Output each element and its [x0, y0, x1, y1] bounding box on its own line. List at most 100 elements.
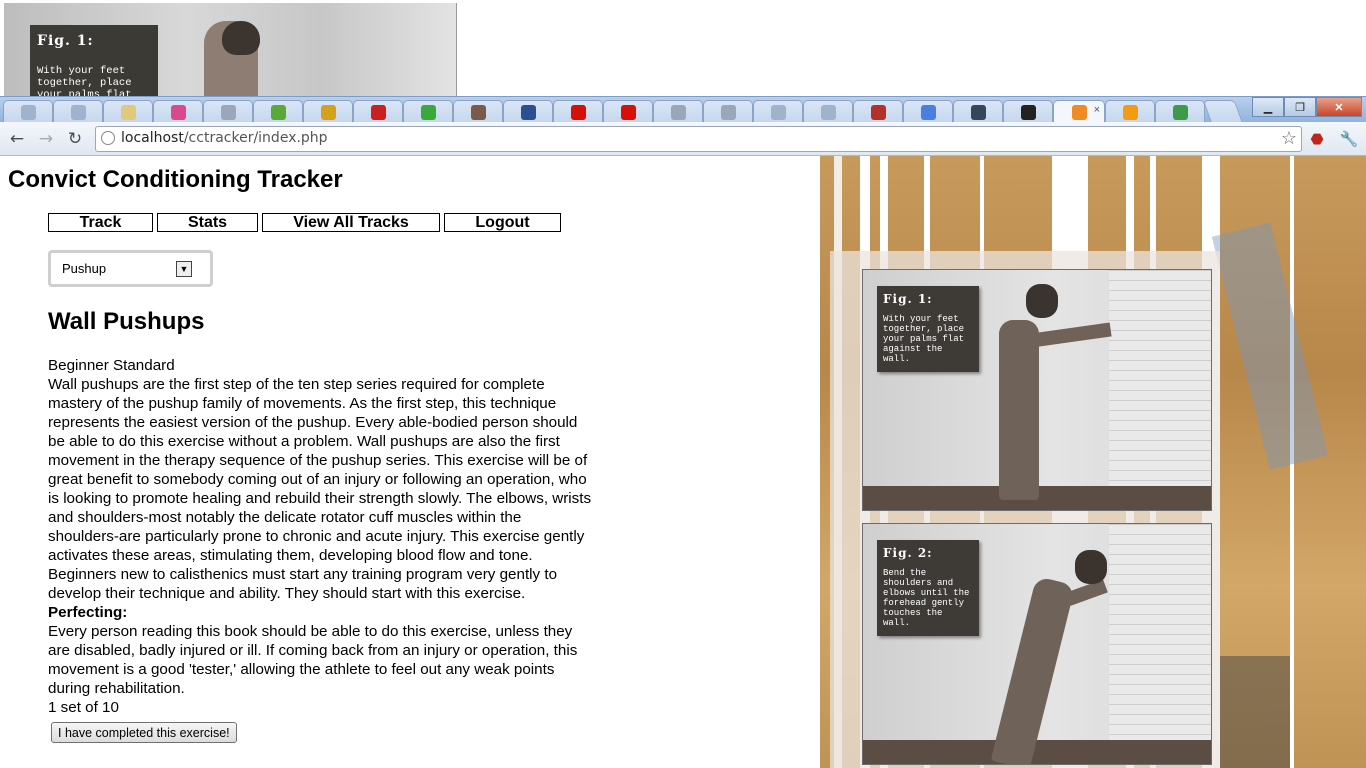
phpmyadmin-icon: [1122, 105, 1138, 120]
new-tab-button[interactable]: [1202, 100, 1244, 124]
address-bar[interactable]: localhost/cctracker/index.php ☆: [95, 126, 1302, 152]
browser-tab[interactable]: [553, 100, 603, 124]
figure-caption-text: With your feet together, place your palm…: [37, 65, 132, 96]
spreadsheet-icon: [1172, 105, 1188, 120]
exercise-illustration: Fig. 1: With your feet together, place y…: [820, 156, 1366, 768]
nav-track-button[interactable]: Track: [48, 213, 153, 232]
tumblr-icon: [970, 105, 986, 120]
browser-tab[interactable]: [903, 100, 953, 124]
graduation-icon: [870, 105, 886, 120]
url-host: localhost: [121, 130, 184, 146]
select-value: Pushup: [62, 261, 107, 276]
page-content: Convict Conditioning Tracker Track Stats…: [0, 156, 1366, 768]
globe-icon: [720, 105, 736, 120]
nav-logout-button[interactable]: Logout: [444, 213, 561, 232]
google-icon: [920, 105, 936, 120]
nav-stats-button[interactable]: Stats: [157, 213, 258, 232]
reddit-icon: [20, 105, 36, 120]
fig2-caption-title: Fig. 2:: [883, 546, 933, 560]
browser-tab[interactable]: [803, 100, 853, 124]
bg-figure-shorts: [1220, 656, 1290, 768]
meetup-icon: [420, 105, 436, 120]
browser-tab[interactable]: [653, 100, 703, 124]
back-arrow-icon[interactable]: ←: [6, 128, 28, 150]
youtube-icon: [370, 105, 386, 120]
exercise-family-select[interactable]: Pushup ▼: [48, 250, 213, 287]
minimize-icon[interactable]: ▁: [1252, 97, 1284, 117]
browser-tab[interactable]: [853, 100, 903, 124]
adblock-icon[interactable]: ⬣: [1308, 130, 1326, 148]
bookmark-star-icon[interactable]: ☆: [1281, 128, 1297, 149]
browser-tab[interactable]: [3, 100, 53, 124]
exercise-description: Wall pushups are the first step of the t…: [48, 376, 592, 602]
github-icon: [1020, 105, 1036, 120]
fig2-photo: Fig. 2: Bend the shoulders and elbows un…: [862, 523, 1212, 765]
browser-tab[interactable]: [203, 100, 253, 124]
browser-tab[interactable]: [153, 100, 203, 124]
illustration-panel: Fig. 1: With your feet together, place y…: [830, 251, 1220, 768]
url-path: /cctracker/index.php: [183, 130, 328, 146]
sprout-icon: [270, 105, 286, 120]
reddit-icon: [820, 105, 836, 120]
avatar-icon: [470, 105, 486, 120]
person-arms: [1030, 322, 1112, 348]
d20-icon: [170, 105, 186, 120]
browser-tab[interactable]: [253, 100, 303, 124]
brick-wall: [1109, 524, 1211, 764]
figure-caption-title: Fig. 1:: [37, 33, 94, 49]
person-head: [1075, 550, 1107, 584]
close-tab-icon[interactable]: ×: [1094, 104, 1100, 116]
forward-arrow-icon[interactable]: →: [35, 128, 57, 150]
address-url: localhost/cctracker/index.php: [121, 130, 328, 146]
browser-tab[interactable]: [753, 100, 803, 124]
heart-icon: [120, 105, 136, 120]
reddit-icon: [770, 105, 786, 120]
fig2-caption: Fig. 2: Bend the shoulders and elbows un…: [877, 540, 979, 636]
browser-tab[interactable]: [503, 100, 553, 124]
browser-tab[interactable]: [603, 100, 653, 124]
fig1-photo: Fig. 1: With your feet together, place y…: [862, 269, 1212, 511]
exercise-description-block: Beginner Standard Wall pushups are the f…: [48, 356, 596, 717]
chevron-down-icon[interactable]: ▼: [176, 261, 192, 277]
xampp-icon: [1071, 105, 1087, 120]
floor: [863, 740, 1211, 764]
exercise-standard: Beginner Standard: [48, 357, 175, 374]
figure-caption: Fig. 1: With your feet together, place y…: [30, 25, 158, 96]
browser-tab[interactable]: [1105, 100, 1155, 124]
complete-exercise-button[interactable]: I have completed this exercise!: [51, 722, 237, 743]
browser-tab[interactable]: [403, 100, 453, 124]
browser-tab[interactable]: [953, 100, 1003, 124]
bg-figure-leg: [1211, 222, 1329, 470]
fish-icon: [320, 105, 336, 120]
lastfm-icon: [620, 105, 636, 120]
exercise-title: Wall Pushups: [48, 308, 205, 335]
floating-figure-image: Fig. 1: With your feet together, place y…: [4, 3, 457, 96]
browser-toolbar: ← → ↻ localhost/cctracker/index.php ☆ ⬣ …: [0, 122, 1366, 156]
browser-tab[interactable]: [1003, 100, 1053, 124]
restore-icon[interactable]: ❐: [1284, 97, 1316, 117]
close-window-icon[interactable]: ✕: [1316, 97, 1362, 117]
globe-icon: [220, 105, 236, 120]
globe-icon: [670, 105, 686, 120]
browser-tab[interactable]: [53, 100, 103, 124]
browser-tab-strip: × ▁ ❐ ✕: [0, 96, 1366, 124]
person-head: [1026, 284, 1058, 318]
lastfm-icon: [570, 105, 586, 120]
reload-icon[interactable]: ↻: [64, 128, 86, 150]
figure-head: [222, 21, 260, 55]
perfecting-heading: Perfecting:: [48, 604, 128, 621]
reddit-icon: [70, 105, 86, 120]
browser-tab[interactable]: ×: [1053, 100, 1105, 124]
browser-tab[interactable]: [453, 100, 503, 124]
browser-tab[interactable]: [1155, 100, 1205, 124]
browser-tab[interactable]: [303, 100, 353, 124]
nav-view-all-tracks-button[interactable]: View All Tracks: [262, 213, 440, 232]
app-title: Convict Conditioning Tracker: [8, 166, 343, 193]
fig1-caption-title: Fig. 1:: [883, 292, 933, 306]
wrench-icon[interactable]: 🔧: [1340, 130, 1359, 148]
browser-tab[interactable]: [353, 100, 403, 124]
pandora-icon: [520, 105, 536, 120]
browser-tab[interactable]: [103, 100, 153, 124]
fig2-caption-text: Bend the shoulders and elbows until the …: [883, 568, 970, 628]
browser-tab[interactable]: [703, 100, 753, 124]
